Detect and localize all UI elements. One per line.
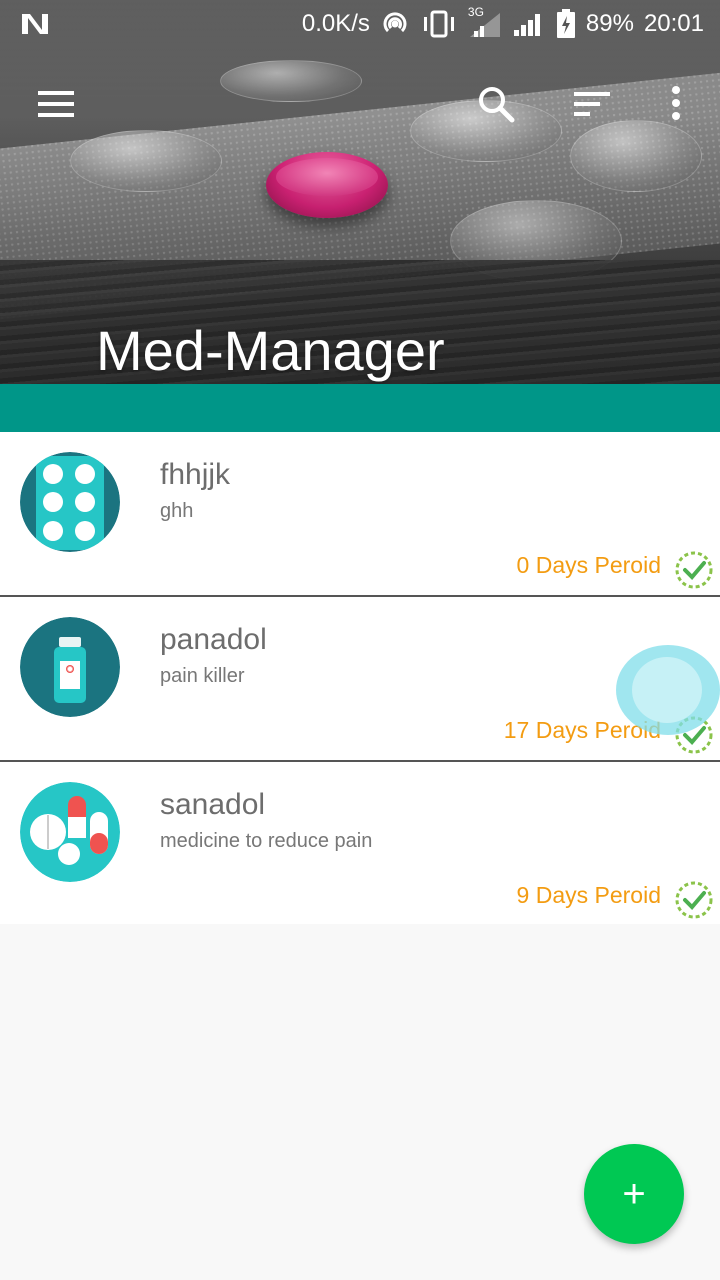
- touch-ripple: [616, 645, 720, 735]
- network-speed: 0.0K/s: [301, 10, 370, 37]
- page-title: Med-Manager: [96, 319, 445, 382]
- add-icon: +: [622, 1171, 646, 1216]
- check-circle-icon[interactable]: [674, 550, 714, 590]
- medicine-description: ghh: [160, 500, 194, 522]
- list-item[interactable]: panadol pain killer 17 Days Peroid: [0, 597, 720, 762]
- medicine-period: 9 Days Peroid: [516, 882, 661, 908]
- clock: 20:01: [643, 10, 704, 37]
- medicine-bottle-icon: [20, 617, 120, 717]
- status-bar: 0.0K/s 3G 89% 20:01: [0, 0, 720, 48]
- menu-icon[interactable]: [34, 82, 78, 126]
- medicine-list: fhhjjk ghh 0 Days Peroid panadol pain ki…: [0, 432, 720, 924]
- teal-bar: [0, 384, 720, 432]
- list-item[interactable]: fhhjjk ghh 0 Days Peroid: [0, 432, 720, 597]
- search-icon[interactable]: [474, 82, 518, 126]
- check-circle-icon[interactable]: [674, 880, 714, 920]
- medicine-name: fhhjjk: [160, 458, 231, 491]
- medicine-name: sanadol: [160, 788, 266, 821]
- hotspot-icon: [383, 12, 407, 33]
- signal-3g: 3G: [468, 5, 502, 39]
- add-medicine-button[interactable]: +: [584, 1144, 684, 1244]
- battery-percent: 89%: [585, 10, 634, 37]
- more-options-icon[interactable]: [654, 82, 698, 126]
- capsules-icon: [20, 782, 120, 882]
- battery-charging-icon: [556, 9, 575, 38]
- sort-icon[interactable]: [570, 82, 614, 126]
- pill-blister-icon: [20, 452, 120, 552]
- notification-n-icon: [22, 14, 48, 34]
- medicine-description: pain killer: [160, 665, 245, 687]
- vibrate-icon: [423, 10, 454, 38]
- medicine-name: panadol: [160, 623, 267, 656]
- list-item[interactable]: sanadol medicine to reduce pain 9 Days P…: [0, 762, 720, 924]
- signal-2-icon: [513, 14, 540, 36]
- network-type: 3G: [467, 5, 484, 19]
- medicine-period: 0 Days Peroid: [516, 552, 661, 578]
- medicine-description: medicine to reduce pain: [160, 830, 373, 852]
